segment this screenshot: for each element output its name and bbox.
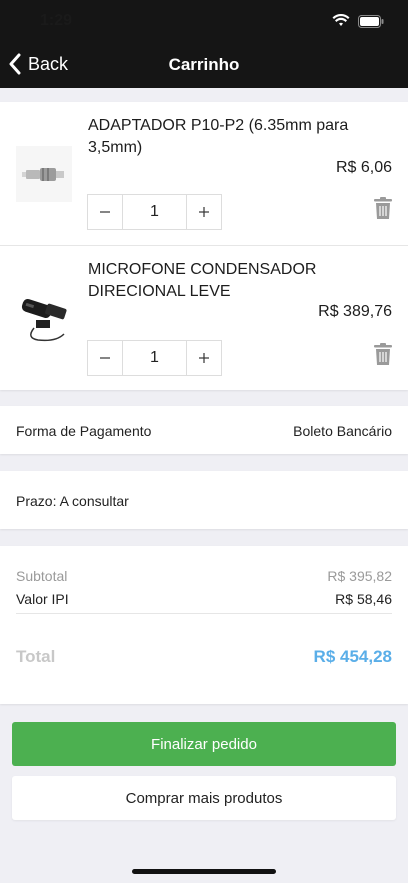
increment-button[interactable]	[187, 341, 221, 375]
cart-items-card: ADAPTADOR P10-P2 (6.35mm para 3,5mm) R$ …	[0, 102, 408, 390]
payment-method-row[interactable]: Forma de Pagamento Boleto Bancário	[0, 406, 408, 454]
wifi-icon	[332, 14, 350, 26]
status-bar: 1:29	[0, 0, 408, 44]
home-indicator	[132, 869, 276, 874]
cart-item: ADAPTADOR P10-P2 (6.35mm para 3,5mm) R$ …	[0, 102, 408, 245]
minus-icon	[100, 357, 110, 359]
quantity-stepper: 1	[87, 340, 222, 376]
quantity-value[interactable]: 1	[122, 195, 187, 229]
ipi-label: Valor IPI	[16, 591, 69, 607]
item-name: MICROFONE CONDENSADOR DIRECIONAL LEVE	[88, 261, 317, 300]
subtotal-value: R$ 395,82	[327, 568, 392, 584]
battery-icon	[358, 14, 384, 28]
microphone-image	[16, 290, 72, 346]
ipi-value: R$ 58,46	[335, 591, 392, 607]
term-row: Prazo: A consultar	[0, 471, 408, 529]
item-price: R$ 6,06	[335, 159, 392, 176]
trash-icon[interactable]	[374, 197, 392, 220]
total-label: Total	[16, 647, 56, 666]
page-title: Carrinho	[168, 55, 240, 74]
quantity-value[interactable]: 1	[122, 341, 187, 375]
quantity-stepper: 1	[87, 194, 222, 230]
status-time: 1:29	[40, 12, 73, 29]
summary-divider	[16, 613, 392, 614]
item-name: ADAPTADOR P10-P2 (6.35mm para 3,5mm)	[88, 117, 349, 156]
finish-order-button[interactable]: Finalizar pedido	[12, 722, 396, 766]
decrement-button[interactable]	[88, 195, 122, 229]
subtotal-label: Subtotal	[16, 568, 68, 584]
status-icons	[332, 14, 384, 28]
plus-icon	[199, 207, 209, 217]
decrement-button[interactable]	[88, 341, 122, 375]
term-text: Prazo: A consultar	[16, 493, 129, 509]
item-price: R$ 389,76	[318, 303, 392, 320]
trash-icon[interactable]	[374, 343, 392, 366]
increment-button[interactable]	[187, 195, 221, 229]
plus-icon	[199, 353, 209, 363]
navigation-bar: Back Carrinho	[0, 44, 408, 88]
audio-adapter-image	[16, 146, 72, 202]
order-summary: Subtotal R$ 395,82 Valor IPI R$ 58,46 To…	[0, 546, 408, 704]
continue-shopping-button[interactable]: Comprar mais produtos	[12, 776, 396, 820]
payment-label: Forma de Pagamento	[16, 423, 152, 439]
minus-icon	[100, 211, 110, 213]
cart-item: MICROFONE CONDENSADOR DIRECIONAL LEVE R$…	[0, 246, 408, 390]
payment-value: Boleto Bancário	[293, 423, 392, 439]
total-value: R$ 454,28	[313, 647, 392, 666]
